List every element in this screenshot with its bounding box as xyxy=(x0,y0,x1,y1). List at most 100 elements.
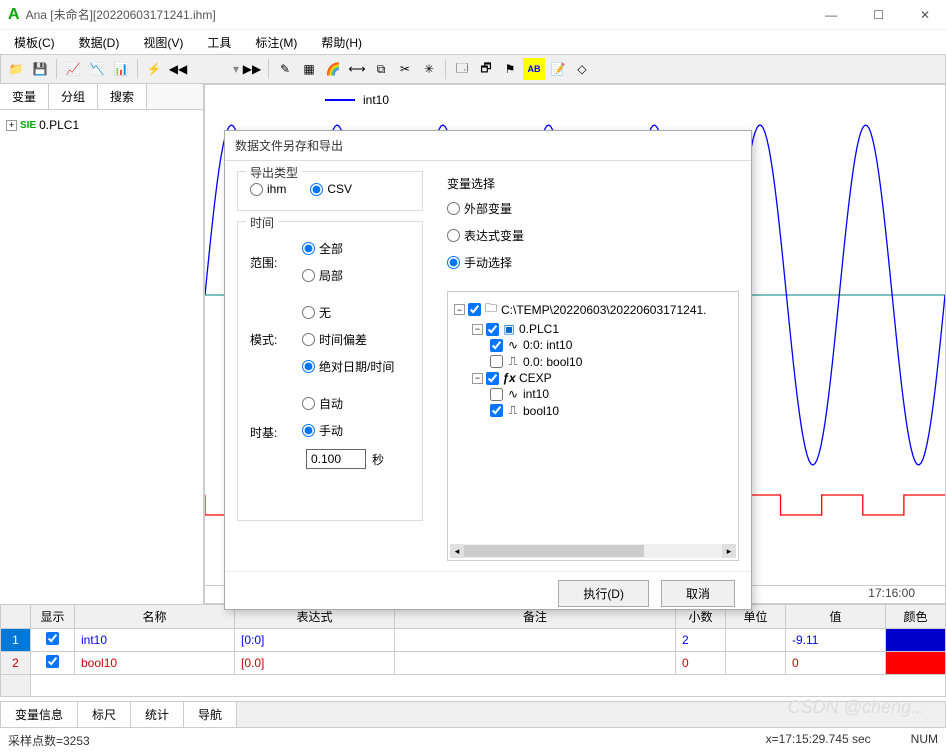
timebase-input[interactable] xyxy=(306,449,366,469)
snap-icon[interactable]: ✳ xyxy=(418,58,440,80)
tree-checkbox[interactable] xyxy=(490,339,503,352)
tree-root-path[interactable]: − 🗀 C:\TEMP\20220603\20220603171241. xyxy=(454,298,732,321)
cell-dec[interactable]: 0 xyxy=(676,652,726,675)
cell-note[interactable] xyxy=(395,629,676,652)
tree-cexp-node[interactable]: − ƒx CEXP xyxy=(454,370,732,386)
radio-var-expr[interactable]: 表达式变量 xyxy=(447,227,739,244)
color-swatch[interactable] xyxy=(886,652,946,675)
col-value[interactable]: 值 xyxy=(786,605,886,629)
ab-icon[interactable]: AB xyxy=(523,58,545,80)
row-show-checkbox[interactable] xyxy=(46,655,59,668)
radio-range-all[interactable]: 全部 xyxy=(302,240,343,257)
flag-icon[interactable]: ⚑ xyxy=(499,58,521,80)
new-icon[interactable]: 📁 xyxy=(5,58,27,80)
radio-tb-auto[interactable]: 自动 xyxy=(302,395,384,412)
scroll-thumb[interactable] xyxy=(464,545,644,557)
row-show-checkbox[interactable] xyxy=(46,632,59,645)
cell-note[interactable] xyxy=(395,652,676,675)
radio-tb-manual[interactable]: 手动 xyxy=(302,422,384,439)
radio-var-external[interactable]: 外部变量 xyxy=(447,200,739,217)
tab-groups[interactable]: 分组 xyxy=(49,84,98,109)
radio-mode-abs[interactable]: 绝对日期/时间 xyxy=(302,358,394,375)
scroll-right-icon[interactable]: ▸ xyxy=(722,544,736,558)
cancel-button[interactable]: 取消 xyxy=(661,580,735,607)
row-number[interactable]: 2 xyxy=(1,652,31,675)
cell-dec[interactable]: 2 xyxy=(676,629,726,652)
radio-range-local[interactable]: 局部 xyxy=(302,267,343,284)
chart3-icon[interactable]: 📊 xyxy=(110,58,132,80)
group-export-type: 导出类型 ihm CSV xyxy=(237,171,423,211)
tree-checkbox[interactable] xyxy=(490,355,503,368)
execute-button[interactable]: 执行(D) xyxy=(558,580,649,607)
tree-checkbox[interactable] xyxy=(490,404,503,417)
tree-item[interactable]: ∿ int10 xyxy=(454,386,732,402)
col-color[interactable]: 颜色 xyxy=(886,605,946,629)
tree-item[interactable]: ∿ 0:0: int10 xyxy=(454,337,732,353)
edit-icon[interactable]: ✎ xyxy=(274,58,296,80)
color-swatch[interactable] xyxy=(886,629,946,652)
tab-variables[interactable]: 变量 xyxy=(0,84,49,109)
tree-checkbox[interactable] xyxy=(486,372,499,385)
variable-tree-selector[interactable]: − 🗀 C:\TEMP\20220603\20220603171241. − ▣… xyxy=(447,291,739,561)
expand-icon[interactable]: + xyxy=(6,120,17,131)
maximize-button[interactable]: ☐ xyxy=(865,4,892,26)
collapse-icon[interactable]: − xyxy=(472,373,483,384)
window2-icon[interactable]: 🗗 xyxy=(475,58,497,80)
menu-annotate[interactable]: 标注(M) xyxy=(245,32,307,53)
radio-mode-offset[interactable]: 时间偏差 xyxy=(302,331,394,348)
radio-mode-none[interactable]: 无 xyxy=(302,304,394,321)
align-icon[interactable]: ⧉ xyxy=(370,58,392,80)
radio-ihm[interactable]: ihm xyxy=(250,182,286,196)
erase-icon[interactable]: ◇ xyxy=(571,58,593,80)
cell-value: -9.11 xyxy=(786,629,886,652)
horizontal-scrollbar[interactable]: ◂ ▸ xyxy=(450,544,736,558)
chart2-icon[interactable]: 📉 xyxy=(86,58,108,80)
menu-template[interactable]: 模板(C) xyxy=(4,32,65,53)
close-button[interactable]: ✕ xyxy=(912,4,938,26)
col-show[interactable]: 显示 xyxy=(31,605,75,629)
cell-name[interactable]: int10 xyxy=(75,629,235,652)
radio-csv[interactable]: CSV xyxy=(310,182,352,196)
cell-name[interactable]: bool10 xyxy=(75,652,235,675)
collapse-icon[interactable]: − xyxy=(472,324,483,335)
cell-expr[interactable]: [0.0] xyxy=(235,652,395,675)
tree-item[interactable]: ⎍ bool10 xyxy=(454,402,732,419)
collapse-icon[interactable]: − xyxy=(454,304,465,315)
play-icon[interactable]: ▶▶ xyxy=(241,58,263,80)
tab-search[interactable]: 搜索 xyxy=(98,84,147,109)
tab-ruler[interactable]: 标尺 xyxy=(78,702,131,727)
row-number[interactable]: 1 xyxy=(1,629,31,652)
tree-checkbox[interactable] xyxy=(468,303,481,316)
back-icon[interactable]: ◀◀ xyxy=(167,58,189,80)
tree-item[interactable]: ⎍ 0.0: bool10 xyxy=(454,353,732,370)
window1-icon[interactable]: 🗔 xyxy=(451,58,473,80)
note-icon[interactable]: 📝 xyxy=(547,58,569,80)
tree-checkbox[interactable] xyxy=(486,323,499,336)
grid-icon[interactable]: ▦ xyxy=(298,58,320,80)
scroll-left-icon[interactable]: ◂ xyxy=(450,544,464,558)
table-row[interactable]: 2 bool10 [0.0] 0 0 xyxy=(1,652,946,675)
tree-checkbox[interactable] xyxy=(490,388,503,401)
save-icon[interactable]: 💾 xyxy=(29,58,51,80)
minimize-button[interactable]: — xyxy=(817,4,845,26)
menu-view[interactable]: 视图(V) xyxy=(133,32,193,53)
col-name[interactable]: 名称 xyxy=(75,605,235,629)
cell-unit[interactable] xyxy=(726,652,786,675)
ruler-icon[interactable]: ⟷ xyxy=(346,58,368,80)
chart1-icon[interactable]: 📈 xyxy=(62,58,84,80)
cell-expr[interactable]: [0:0] xyxy=(235,629,395,652)
menu-data[interactable]: 数据(D) xyxy=(69,32,130,53)
menu-tools[interactable]: 工具 xyxy=(197,32,241,53)
cell-unit[interactable] xyxy=(726,629,786,652)
tab-var-info[interactable]: 变量信息 xyxy=(1,702,78,727)
menu-help[interactable]: 帮助(H) xyxy=(311,32,372,53)
tab-nav[interactable]: 导航 xyxy=(184,702,237,727)
tab-stats[interactable]: 统计 xyxy=(131,702,184,727)
tree-plc-node[interactable]: − ▣ 0.PLC1 xyxy=(454,321,732,337)
colors-icon[interactable]: 🌈 xyxy=(322,58,344,80)
table-row[interactable]: 1 int10 [0:0] 2 -9.11 xyxy=(1,629,946,652)
refresh-icon[interactable]: ⚡ xyxy=(143,58,165,80)
tree-item-plc[interactable]: + SIE 0.PLC1 xyxy=(6,116,197,134)
radio-var-manual[interactable]: 手动选择 xyxy=(447,254,739,271)
cut-icon[interactable]: ✂ xyxy=(394,58,416,80)
